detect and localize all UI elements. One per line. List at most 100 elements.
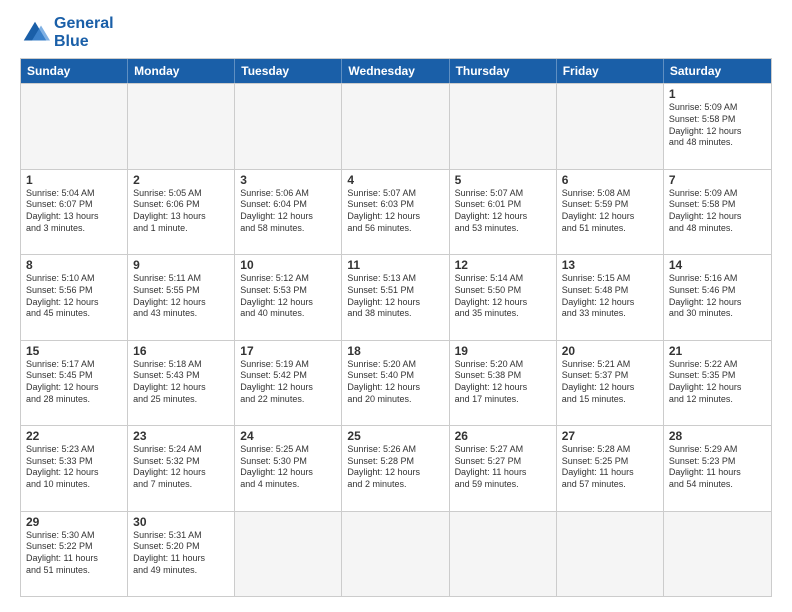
cell-info: Sunrise: 5:16 AM Sunset: 5:46 PM Dayligh…: [669, 273, 766, 320]
cell-info: Sunrise: 5:28 AM Sunset: 5:25 PM Dayligh…: [562, 444, 658, 491]
day-number: 10: [240, 258, 336, 272]
calendar: SundayMondayTuesdayWednesdayThursdayFrid…: [20, 58, 772, 597]
calendar-cell: 17Sunrise: 5:19 AM Sunset: 5:42 PM Dayli…: [235, 341, 342, 425]
calendar-cell: 1Sunrise: 5:04 AM Sunset: 6:07 PM Daylig…: [21, 170, 128, 254]
day-number: 24: [240, 429, 336, 443]
calendar-row: 1Sunrise: 5:09 AM Sunset: 5:58 PM Daylig…: [21, 83, 771, 168]
cell-info: Sunrise: 5:22 AM Sunset: 5:35 PM Dayligh…: [669, 359, 766, 406]
cell-info: Sunrise: 5:09 AM Sunset: 5:58 PM Dayligh…: [669, 102, 766, 149]
cell-info: Sunrise: 5:04 AM Sunset: 6:07 PM Dayligh…: [26, 188, 122, 235]
calendar-row: 22Sunrise: 5:23 AM Sunset: 5:33 PM Dayli…: [21, 425, 771, 510]
calendar-cell: [557, 512, 664, 596]
weekday-header: Tuesday: [235, 59, 342, 83]
cell-info: Sunrise: 5:31 AM Sunset: 5:20 PM Dayligh…: [133, 530, 229, 577]
calendar-cell: [664, 512, 771, 596]
calendar-cell: 25Sunrise: 5:26 AM Sunset: 5:28 PM Dayli…: [342, 426, 449, 510]
weekday-header: Wednesday: [342, 59, 449, 83]
day-number: 20: [562, 344, 658, 358]
day-number: 3: [240, 173, 336, 187]
weekday-header: Sunday: [21, 59, 128, 83]
day-number: 25: [347, 429, 443, 443]
cell-info: Sunrise: 5:11 AM Sunset: 5:55 PM Dayligh…: [133, 273, 229, 320]
cell-info: Sunrise: 5:13 AM Sunset: 5:51 PM Dayligh…: [347, 273, 443, 320]
calendar-row: 1Sunrise: 5:04 AM Sunset: 6:07 PM Daylig…: [21, 169, 771, 254]
calendar-cell: 6Sunrise: 5:08 AM Sunset: 5:59 PM Daylig…: [557, 170, 664, 254]
cell-info: Sunrise: 5:19 AM Sunset: 5:42 PM Dayligh…: [240, 359, 336, 406]
calendar-cell: [450, 512, 557, 596]
logo: General Blue: [20, 15, 114, 50]
weekday-header: Thursday: [450, 59, 557, 83]
calendar-body: 1Sunrise: 5:09 AM Sunset: 5:58 PM Daylig…: [21, 83, 771, 596]
calendar-cell: [342, 512, 449, 596]
calendar-cell: 10Sunrise: 5:12 AM Sunset: 5:53 PM Dayli…: [235, 255, 342, 339]
day-number: 9: [133, 258, 229, 272]
day-number: 19: [455, 344, 551, 358]
cell-info: Sunrise: 5:23 AM Sunset: 5:33 PM Dayligh…: [26, 444, 122, 491]
weekday-header: Monday: [128, 59, 235, 83]
calendar-cell: 3Sunrise: 5:06 AM Sunset: 6:04 PM Daylig…: [235, 170, 342, 254]
calendar-cell: 18Sunrise: 5:20 AM Sunset: 5:40 PM Dayli…: [342, 341, 449, 425]
calendar-cell: 27Sunrise: 5:28 AM Sunset: 5:25 PM Dayli…: [557, 426, 664, 510]
cell-info: Sunrise: 5:14 AM Sunset: 5:50 PM Dayligh…: [455, 273, 551, 320]
calendar-cell: 24Sunrise: 5:25 AM Sunset: 5:30 PM Dayli…: [235, 426, 342, 510]
day-number: 28: [669, 429, 766, 443]
calendar-cell: 12Sunrise: 5:14 AM Sunset: 5:50 PM Dayli…: [450, 255, 557, 339]
calendar-cell: 23Sunrise: 5:24 AM Sunset: 5:32 PM Dayli…: [128, 426, 235, 510]
cell-info: Sunrise: 5:12 AM Sunset: 5:53 PM Dayligh…: [240, 273, 336, 320]
calendar-row: 8Sunrise: 5:10 AM Sunset: 5:56 PM Daylig…: [21, 254, 771, 339]
cell-info: Sunrise: 5:08 AM Sunset: 5:59 PM Dayligh…: [562, 188, 658, 235]
calendar-cell: 16Sunrise: 5:18 AM Sunset: 5:43 PM Dayli…: [128, 341, 235, 425]
day-number: 8: [26, 258, 122, 272]
calendar-cell: [450, 84, 557, 168]
weekday-header: Saturday: [664, 59, 771, 83]
day-number: 4: [347, 173, 443, 187]
calendar-cell: [235, 84, 342, 168]
cell-info: Sunrise: 5:17 AM Sunset: 5:45 PM Dayligh…: [26, 359, 122, 406]
cell-info: Sunrise: 5:20 AM Sunset: 5:38 PM Dayligh…: [455, 359, 551, 406]
day-number: 18: [347, 344, 443, 358]
calendar-cell: 19Sunrise: 5:20 AM Sunset: 5:38 PM Dayli…: [450, 341, 557, 425]
page: General Blue SundayMondayTuesdayWednesda…: [0, 0, 792, 612]
cell-info: Sunrise: 5:15 AM Sunset: 5:48 PM Dayligh…: [562, 273, 658, 320]
cell-info: Sunrise: 5:29 AM Sunset: 5:23 PM Dayligh…: [669, 444, 766, 491]
weekday-header: Friday: [557, 59, 664, 83]
day-number: 12: [455, 258, 551, 272]
day-number: 23: [133, 429, 229, 443]
day-number: 11: [347, 258, 443, 272]
cell-info: Sunrise: 5:06 AM Sunset: 6:04 PM Dayligh…: [240, 188, 336, 235]
calendar-cell: [557, 84, 664, 168]
day-number: 22: [26, 429, 122, 443]
calendar-cell: 4Sunrise: 5:07 AM Sunset: 6:03 PM Daylig…: [342, 170, 449, 254]
calendar-cell: 13Sunrise: 5:15 AM Sunset: 5:48 PM Dayli…: [557, 255, 664, 339]
cell-info: Sunrise: 5:25 AM Sunset: 5:30 PM Dayligh…: [240, 444, 336, 491]
calendar-cell: 2Sunrise: 5:05 AM Sunset: 6:06 PM Daylig…: [128, 170, 235, 254]
calendar-cell: [21, 84, 128, 168]
day-number: 27: [562, 429, 658, 443]
calendar-cell: 8Sunrise: 5:10 AM Sunset: 5:56 PM Daylig…: [21, 255, 128, 339]
calendar-row: 15Sunrise: 5:17 AM Sunset: 5:45 PM Dayli…: [21, 340, 771, 425]
cell-info: Sunrise: 5:27 AM Sunset: 5:27 PM Dayligh…: [455, 444, 551, 491]
cell-info: Sunrise: 5:05 AM Sunset: 6:06 PM Dayligh…: [133, 188, 229, 235]
calendar-cell: 20Sunrise: 5:21 AM Sunset: 5:37 PM Dayli…: [557, 341, 664, 425]
cell-info: Sunrise: 5:07 AM Sunset: 6:03 PM Dayligh…: [347, 188, 443, 235]
day-number: 13: [562, 258, 658, 272]
day-number: 26: [455, 429, 551, 443]
calendar-cell: 28Sunrise: 5:29 AM Sunset: 5:23 PM Dayli…: [664, 426, 771, 510]
day-number: 5: [455, 173, 551, 187]
calendar-cell: [128, 84, 235, 168]
cell-info: Sunrise: 5:24 AM Sunset: 5:32 PM Dayligh…: [133, 444, 229, 491]
calendar-cell: 30Sunrise: 5:31 AM Sunset: 5:20 PM Dayli…: [128, 512, 235, 596]
calendar-cell: 11Sunrise: 5:13 AM Sunset: 5:51 PM Dayli…: [342, 255, 449, 339]
cell-info: Sunrise: 5:20 AM Sunset: 5:40 PM Dayligh…: [347, 359, 443, 406]
calendar-cell: 14Sunrise: 5:16 AM Sunset: 5:46 PM Dayli…: [664, 255, 771, 339]
day-number: 1: [669, 87, 766, 101]
day-number: 21: [669, 344, 766, 358]
day-number: 29: [26, 515, 122, 529]
day-number: 15: [26, 344, 122, 358]
day-number: 2: [133, 173, 229, 187]
logo-text: General Blue: [54, 15, 114, 50]
cell-info: Sunrise: 5:10 AM Sunset: 5:56 PM Dayligh…: [26, 273, 122, 320]
calendar-cell: 21Sunrise: 5:22 AM Sunset: 5:35 PM Dayli…: [664, 341, 771, 425]
calendar-cell: 9Sunrise: 5:11 AM Sunset: 5:55 PM Daylig…: [128, 255, 235, 339]
day-number: 14: [669, 258, 766, 272]
